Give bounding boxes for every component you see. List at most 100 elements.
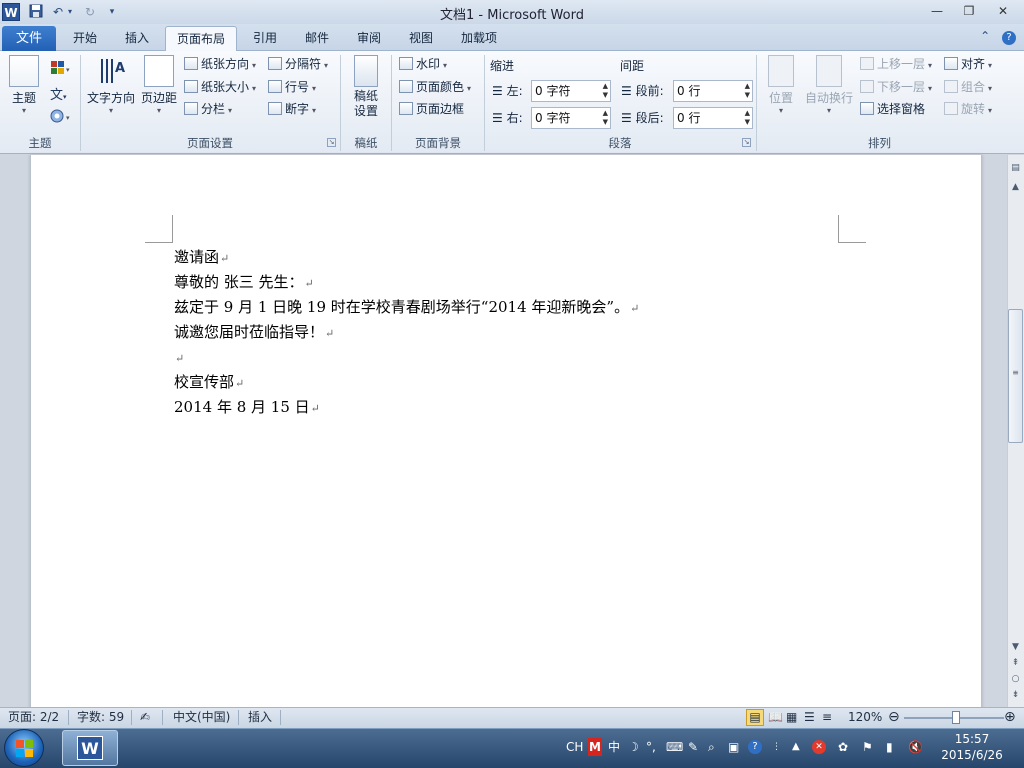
tools-icon[interactable]: ▣ [728, 738, 739, 756]
doc-paragraph[interactable]: 尊敬的 张三 先生：↵ [174, 270, 314, 295]
page-setup-launcher-icon[interactable]: ↘ [327, 138, 336, 147]
search-icon[interactable]: ⌕ [708, 738, 715, 756]
spacing-before-input[interactable]: 0 行 ▲ ▼ [673, 80, 753, 102]
show-hidden-icons-icon[interactable]: ▲ [792, 738, 800, 756]
text-direction-button[interactable]: A 文字方向 ▾ [86, 55, 136, 116]
security-alert-icon[interactable]: ✕ [812, 740, 826, 754]
theme-effects-icon[interactable]: ▾ [50, 108, 72, 124]
spinner-arrows-icon[interactable]: ▲ ▼ [603, 109, 608, 127]
breaks-button[interactable]: 分隔符 ▾ [268, 54, 328, 74]
doc-paragraph[interactable]: ↵ [174, 345, 184, 370]
taskbar-word-button[interactable]: W [62, 730, 118, 766]
spacing-after-input[interactable]: 0 行 ▲ ▼ [673, 107, 753, 129]
spinner-arrows-icon[interactable]: ▲ ▼ [745, 82, 750, 100]
scroll-down-icon[interactable]: ▼ [1008, 640, 1023, 655]
ime-chinese-icon[interactable]: 中 [608, 738, 620, 756]
ruler-toggle-icon[interactable]: ▤ [1008, 161, 1023, 176]
minimize-button[interactable]: — [924, 2, 950, 20]
tab-insert[interactable]: 插入 [114, 26, 160, 51]
theme-fonts-icon[interactable]: 文▾ [50, 84, 72, 103]
bring-forward-button[interactable]: 上移一层 ▾ [860, 54, 932, 74]
tab-review[interactable]: 审阅 [346, 26, 392, 51]
tab-page-layout[interactable]: 页面布局 [165, 26, 237, 52]
doc-paragraph[interactable]: 2014 年 8 月 15 日↵ [174, 395, 320, 420]
doc-paragraph[interactable]: 校宣传部↵ [174, 370, 244, 395]
position-button[interactable]: 位置 ▾ [762, 55, 800, 116]
undo-dropdown-icon[interactable]: ▾ [66, 4, 74, 20]
zoom-out-icon[interactable]: ⊖ [888, 707, 900, 728]
ime-options-icon[interactable]: ⋮ [772, 738, 781, 756]
next-page-icon[interactable]: ⇟ [1008, 688, 1023, 703]
scrollbar-thumb[interactable]: ≡ [1008, 309, 1023, 443]
paragraph-launcher-icon[interactable]: ↘ [742, 138, 751, 147]
send-backward-button[interactable]: 下移一层 ▾ [860, 77, 932, 97]
full-screen-reading-icon[interactable]: 📖 [768, 707, 783, 728]
network-icon[interactable]: ▮ [886, 738, 893, 756]
watermark-button[interactable]: 水印 ▾ [399, 54, 447, 74]
zoom-slider-thumb[interactable] [952, 711, 960, 724]
zoom-in-icon[interactable]: ⊕ [1004, 707, 1016, 728]
ime-m-icon[interactable]: M [588, 738, 602, 756]
soft-keyboard-icon[interactable]: ⌨ [666, 738, 683, 756]
word-app-icon[interactable]: W [2, 3, 20, 21]
orientation-button[interactable]: 纸张方向 ▾ [184, 54, 256, 74]
themes-button[interactable]: 主题 ▾ [6, 55, 42, 116]
size-button[interactable]: 纸张大小 ▾ [184, 77, 256, 97]
clock[interactable]: 15:57 2015/6/26 [930, 731, 1014, 763]
page-count[interactable]: 页面: 2/2 [8, 707, 59, 728]
doc-paragraph[interactable]: 兹定于 9 月 1 日晚 19 时在学校青春剧场举行“2014 年迎新晚会”。↵ [174, 295, 639, 320]
doc-paragraph[interactable]: 诚邀您届时莅临指导！↵ [174, 320, 334, 345]
spinner-arrows-icon[interactable]: ▲ ▼ [745, 109, 750, 127]
outline-icon[interactable]: ☰ [804, 707, 815, 728]
web-layout-icon[interactable]: ▦ [786, 707, 797, 728]
rotate-button[interactable]: 旋转 ▾ [944, 99, 992, 119]
save-icon[interactable] [28, 4, 44, 20]
language-indicator[interactable]: 中文(中国) [173, 707, 230, 728]
browse-object-icon[interactable]: ○ [1008, 672, 1023, 687]
tray-app-icon[interactable]: ✿ [838, 738, 848, 756]
action-center-icon[interactable]: ⚑ [862, 738, 873, 756]
tab-file[interactable]: 文件 [2, 26, 56, 51]
collapse-ribbon-icon[interactable]: ⌃ [980, 29, 990, 43]
manuscript-settings-button[interactable]: 稿纸 设置 [346, 55, 386, 119]
wrap-text-button[interactable]: 自动换行 ▾ [803, 55, 855, 116]
theme-colors-icon[interactable]: ▾ [50, 60, 72, 76]
tab-addins[interactable]: 加载项 [450, 26, 508, 51]
draft-icon[interactable]: ≡ [822, 707, 832, 728]
doc-paragraph[interactable]: 邀请函↵ [174, 245, 229, 270]
start-button[interactable] [4, 729, 44, 767]
tab-references[interactable]: 引用 [242, 26, 288, 51]
undo-icon[interactable]: ↶ [50, 4, 66, 20]
tab-view[interactable]: 视图 [398, 26, 444, 51]
customize-qat-icon[interactable]: ▾ [104, 4, 120, 20]
print-layout-icon[interactable]: ▤ [746, 709, 764, 726]
half-width-icon[interactable]: ☽ [628, 738, 639, 756]
tab-mailings[interactable]: 邮件 [294, 26, 340, 51]
align-button[interactable]: 对齐 ▾ [944, 54, 992, 74]
ime-indicator[interactable]: CH [566, 738, 583, 756]
line-numbers-button[interactable]: 行号 ▾ [268, 77, 316, 97]
hyphenation-button[interactable]: 断字 ▾ [268, 99, 316, 119]
insert-mode[interactable]: 插入 [248, 707, 272, 728]
skin-icon[interactable]: ✎ [688, 738, 698, 756]
proofing-icon[interactable]: ✍ [140, 707, 150, 728]
spinner-arrows-icon[interactable]: ▲ ▼ [603, 82, 608, 100]
tab-home[interactable]: 开始 [62, 26, 108, 51]
indent-right-input[interactable]: 0 字符 ▲ ▼ [531, 107, 611, 129]
scroll-up-icon[interactable]: ▲ [1008, 180, 1023, 195]
columns-button[interactable]: 分栏 ▾ [184, 99, 232, 119]
indent-left-input[interactable]: 0 字符 ▲ ▼ [531, 80, 611, 102]
group-objects-button[interactable]: 组合 ▾ [944, 77, 992, 97]
redo-icon[interactable]: ↻ [82, 4, 98, 20]
word-count[interactable]: 字数: 59 [77, 707, 124, 728]
page-borders-button[interactable]: 页面边框 [399, 99, 464, 119]
help-icon[interactable]: ? [1002, 31, 1016, 45]
zoom-level[interactable]: 120% [848, 707, 882, 728]
page-color-button[interactable]: 页面颜色 ▾ [399, 77, 471, 97]
close-button[interactable]: ✕ [990, 2, 1016, 20]
help-icon[interactable]: ? [748, 740, 762, 754]
maximize-button[interactable]: ❐ [956, 2, 982, 20]
volume-muted-icon[interactable]: 🔇 [908, 738, 923, 756]
punctuation-icon[interactable]: °, [646, 738, 656, 756]
selection-pane-button[interactable]: 选择窗格 [860, 99, 925, 119]
